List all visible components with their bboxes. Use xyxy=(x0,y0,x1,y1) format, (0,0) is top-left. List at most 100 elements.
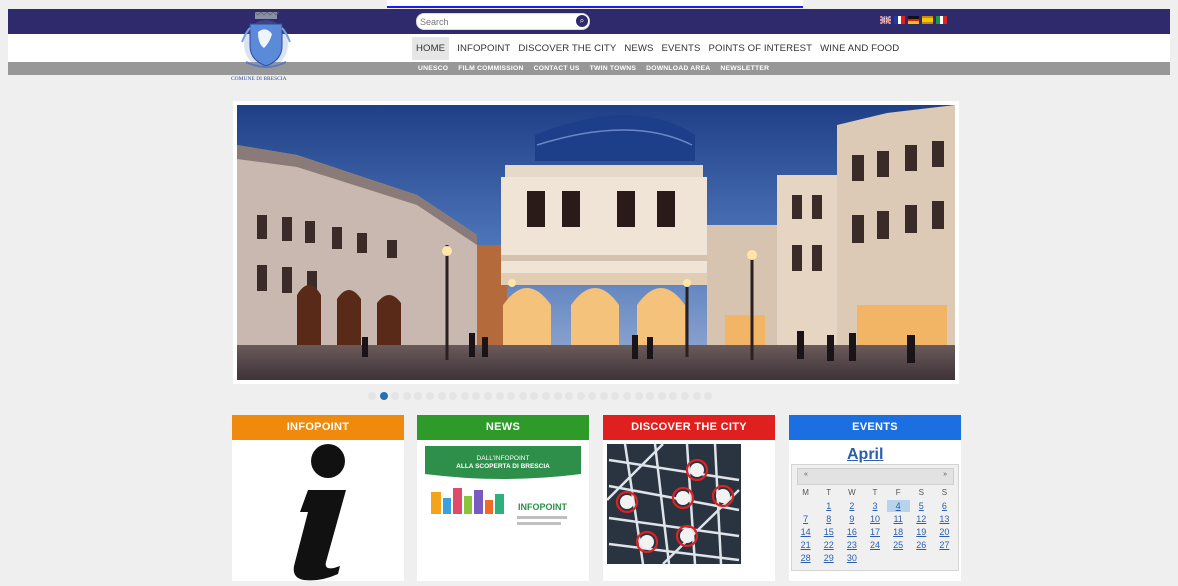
slider-dot[interactable] xyxy=(460,392,469,400)
slider-dot[interactable] xyxy=(379,392,388,400)
slider-dot[interactable] xyxy=(391,392,400,400)
subnav-newsletter[interactable]: NEWSLETTER xyxy=(720,65,769,72)
slider-dot[interactable] xyxy=(518,392,527,400)
slider-dot[interactable] xyxy=(565,392,574,400)
slider-dot[interactable] xyxy=(623,392,632,400)
card-discover-the-city[interactable]: DISCOVER THE CITY xyxy=(603,415,775,581)
nav-discover-the-city[interactable]: DISCOVER THE CITY xyxy=(518,43,616,54)
calendar-day[interactable]: 23 xyxy=(840,539,863,551)
slider-dot[interactable] xyxy=(576,392,585,400)
slider-dot[interactable] xyxy=(681,392,690,400)
subnav-twin-towns[interactable]: TWIN TOWNS xyxy=(590,65,636,72)
calendar-day[interactable]: 15 xyxy=(817,526,840,538)
nav-news[interactable]: NEWS xyxy=(624,43,653,54)
search-input[interactable] xyxy=(420,14,570,29)
calendar-day[interactable]: 13 xyxy=(933,513,956,525)
calendar-day[interactable]: 19 xyxy=(910,526,933,538)
subnav-download-area[interactable]: DOWNLOAD AREA xyxy=(646,65,710,72)
slider-dot[interactable] xyxy=(588,392,597,400)
flag-uk-icon[interactable] xyxy=(880,16,891,24)
subnav-unesco[interactable]: UNESCO xyxy=(418,65,448,72)
calendar-day[interactable]: 1 xyxy=(817,500,840,512)
nav-home[interactable]: HOME xyxy=(412,36,450,60)
calendar-day[interactable]: 28 xyxy=(794,552,817,564)
calendar-day[interactable]: 9 xyxy=(840,513,863,525)
slider-dot[interactable] xyxy=(402,392,411,400)
slider-dot[interactable] xyxy=(541,392,550,400)
address-link-strip xyxy=(387,0,803,8)
calendar-day[interactable]: 22 xyxy=(817,539,840,551)
calendar-day[interactable]: 17 xyxy=(863,526,886,538)
calendar-day[interactable]: 27 xyxy=(933,539,956,551)
subnav-film-commission[interactable]: FILM COMMISSION xyxy=(458,65,523,72)
slider-dot[interactable] xyxy=(611,392,620,400)
slider-dot[interactable] xyxy=(449,392,458,400)
calendar-day[interactable]: 4 xyxy=(886,500,910,512)
calendar-day[interactable]: 18 xyxy=(887,526,910,538)
city-crest-logo[interactable] xyxy=(236,11,296,74)
calendar-day[interactable]: 25 xyxy=(887,539,910,551)
card-infopoint-title: INFOPOINT xyxy=(232,415,404,440)
calendar-day[interactable]: 16 xyxy=(840,526,863,538)
nav-events[interactable]: EVENTS xyxy=(662,43,701,54)
subnav-contact-us[interactable]: CONTACT US xyxy=(534,65,580,72)
calendar-day[interactable]: 6 xyxy=(933,500,956,512)
slider-dot[interactable] xyxy=(692,392,701,400)
secondary-navigation: UNESCO FILM COMMISSION CONTACT US TWIN T… xyxy=(418,62,769,75)
calendar-weekday: M xyxy=(802,488,809,497)
card-news-title: NEWS xyxy=(417,415,589,440)
slider-dot[interactable] xyxy=(553,392,562,400)
flag-italy-icon[interactable] xyxy=(936,16,947,24)
nav-infopoint[interactable]: INFOPOINT xyxy=(457,43,510,54)
calendar-day[interactable]: 10 xyxy=(863,513,886,525)
slider-dot[interactable] xyxy=(657,392,666,400)
calendar-day[interactable]: 20 xyxy=(933,526,956,538)
calendar-day[interactable]: 8 xyxy=(817,513,840,525)
calendar-day[interactable]: 24 xyxy=(863,539,886,551)
card-events[interactable]: EVENTS April « » M T W T F S S 1 2 3 4 5 6 7 8 9 10 11 12 1… xyxy=(789,415,961,581)
nav-wine-and-food[interactable]: WINE AND FOOD xyxy=(820,43,899,54)
slider-dot[interactable] xyxy=(368,392,376,400)
slider-dot[interactable] xyxy=(634,392,643,400)
slider-dot[interactable] xyxy=(704,392,713,400)
search-box[interactable]: ⌕ xyxy=(416,13,590,30)
search-icon[interactable]: ⌕ xyxy=(576,15,588,27)
calendar-day[interactable]: 11 xyxy=(887,513,910,525)
calendar-next-button[interactable]: » xyxy=(943,471,947,478)
slider-dot[interactable] xyxy=(414,392,423,400)
calendar-day[interactable]: 5 xyxy=(910,500,933,512)
card-news[interactable]: NEWS DALL'INFOPOINT ALLA SCOPERTA DI BRE… xyxy=(417,415,589,581)
calendar-day[interactable]: 2 xyxy=(840,500,863,512)
calendar-day[interactable]: 7 xyxy=(794,513,817,525)
slider-dot[interactable] xyxy=(437,392,446,400)
calendar-day[interactable]: 14 xyxy=(794,526,817,538)
slider-dot[interactable] xyxy=(483,392,492,400)
calendar-day[interactable]: 3 xyxy=(863,500,886,512)
slider-dot[interactable] xyxy=(495,392,504,400)
slider-dot[interactable] xyxy=(669,392,678,400)
calendar-weekday: T xyxy=(872,488,878,497)
flag-spain-icon[interactable] xyxy=(922,16,933,24)
calendar-day[interactable]: 26 xyxy=(910,539,933,551)
calendar-weekday: T xyxy=(826,488,832,497)
slider-dot[interactable] xyxy=(472,392,481,400)
flag-france-icon[interactable] xyxy=(894,16,905,24)
slider-dot[interactable] xyxy=(507,392,516,400)
hero-slider[interactable] xyxy=(233,101,959,384)
language-flags xyxy=(880,16,947,26)
slider-dot[interactable] xyxy=(599,392,608,400)
calendar-day[interactable]: 30 xyxy=(840,552,863,564)
calendar-prev-button[interactable]: « xyxy=(804,471,808,478)
flag-germany-icon[interactable] xyxy=(908,16,919,24)
slider-dot[interactable] xyxy=(425,392,434,400)
news-image-line2: ALLA SCOPERTA DI BRESCIA xyxy=(456,463,550,470)
calendar-grid: M T W T F S S 1 2 3 4 5 6 7 8 9 10 11 12 13 14 15 16 17 18 19 20 21… xyxy=(794,487,956,564)
calendar-day[interactable]: 21 xyxy=(794,539,817,551)
slider-dot[interactable] xyxy=(530,392,539,400)
slider-dot[interactable] xyxy=(646,392,655,400)
calendar-month[interactable]: April xyxy=(847,446,883,464)
calendar-day[interactable]: 29 xyxy=(817,552,840,564)
card-infopoint[interactable]: INFOPOINT xyxy=(232,415,404,581)
nav-points-of-interest[interactable]: POINTS OF INTEREST xyxy=(709,43,813,54)
calendar-day[interactable]: 12 xyxy=(910,513,933,525)
